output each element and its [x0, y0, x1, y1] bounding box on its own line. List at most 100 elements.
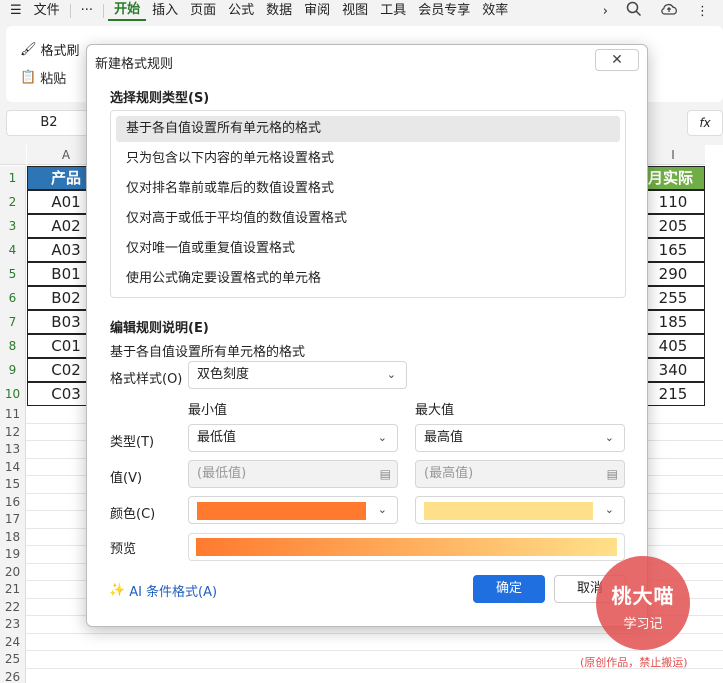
tab-tools[interactable]: 工具	[374, 0, 412, 22]
row-header[interactable]: 14	[0, 458, 26, 476]
table-cell[interactable]: 290	[641, 262, 705, 286]
hamburger-menu-icon[interactable]: ☰	[0, 0, 28, 22]
rule-type-item[interactable]: 仅对唯一值或重复值设置格式	[116, 236, 620, 262]
chevron-down-icon: ⌄	[604, 503, 614, 516]
cloud-upload-icon[interactable]	[660, 1, 678, 21]
format-painter-label: 格式刷	[40, 44, 80, 59]
tab-member[interactable]: 会员专享	[412, 0, 476, 22]
more-menu[interactable]: ···	[75, 0, 99, 22]
menu-bar: ☰ 文件 ··· 开始 插入 页面 公式 数据 审阅 视图 工具 会员专享 效率…	[0, 0, 723, 22]
format-style-label: 格式样式(O)	[110, 372, 183, 387]
name-box[interactable]: B2	[6, 110, 92, 136]
rule-type-list: 基于各自值设置所有单元格的格式 只为包含以下内容的单元格设置格式 仅对排名靠前或…	[110, 110, 626, 298]
row-header[interactable]: 4	[0, 238, 26, 262]
min-color-select[interactable]: ⌄	[188, 496, 398, 524]
range-picker-icon[interactable]: ▤	[380, 461, 391, 487]
range-picker-icon[interactable]: ▤	[607, 461, 618, 487]
max-value-placeholder: (最高值)	[424, 466, 474, 481]
tab-formula[interactable]: 公式	[222, 0, 260, 22]
row-header[interactable]: 21	[0, 581, 26, 599]
table-cell[interactable]: 405	[641, 334, 705, 358]
ai-conditional-format-link[interactable]: ✨ AI 条件格式(A)	[109, 581, 217, 600]
ai-link-label: AI 条件格式(A)	[129, 585, 218, 600]
tab-review[interactable]: 审阅	[298, 0, 336, 22]
table-cell[interactable]: 215	[641, 382, 705, 406]
select-all-corner[interactable]	[0, 145, 26, 165]
tab-data[interactable]: 数据	[260, 0, 298, 22]
min-type-value: 最低值	[197, 430, 237, 445]
edit-rule-label: 编辑规则说明(E)	[110, 321, 209, 336]
row-header[interactable]: 5	[0, 262, 26, 286]
table-cell[interactable]: 340	[641, 358, 705, 382]
rule-type-item[interactable]: 基于各自值设置所有单元格的格式	[116, 116, 620, 142]
row-header[interactable]: 3	[0, 214, 26, 238]
table-cell[interactable]: 205	[641, 214, 705, 238]
tab-view[interactable]: 视图	[336, 0, 374, 22]
row-header[interactable]: 9	[0, 358, 26, 382]
rule-type-label: 选择规则类型(S)	[110, 91, 210, 106]
tab-insert[interactable]: 插入	[146, 0, 184, 22]
rule-type-item[interactable]: 仅对排名靠前或靠后的数值设置格式	[116, 176, 620, 202]
min-value-input[interactable]: (最低值) ▤	[188, 460, 398, 488]
max-type-select[interactable]: 最高值 ⌄	[415, 424, 625, 452]
tab-home[interactable]: 开始	[108, 1, 147, 21]
row-header[interactable]: 1	[0, 166, 26, 190]
row-header[interactable]: 12	[0, 423, 26, 441]
row-header[interactable]: 2	[0, 190, 26, 214]
row-header[interactable]: 25	[0, 651, 26, 669]
divider	[103, 4, 105, 18]
row-header[interactable]: 11	[0, 406, 26, 424]
row-header[interactable]: 8	[0, 334, 26, 358]
tab-efficiency[interactable]: 效率	[476, 0, 514, 22]
row-header[interactable]: 18	[0, 528, 26, 546]
max-value-input[interactable]: (最高值) ▤	[415, 460, 625, 488]
row-header[interactable]: 23	[0, 616, 26, 634]
watermark-seal: 桃大喵 学习记	[596, 556, 690, 650]
table-cell[interactable]: 165	[641, 238, 705, 262]
row-header[interactable]: 10	[0, 382, 26, 406]
row-header[interactable]: 17	[0, 511, 26, 529]
min-type-select[interactable]: 最低值 ⌄	[188, 424, 398, 452]
color-label: 颜色(C)	[110, 507, 156, 522]
type-label: 类型(T)	[110, 435, 155, 450]
table-cell[interactable]: 255	[641, 286, 705, 310]
paste-button[interactable]: 📋 粘贴	[20, 68, 66, 87]
chevron-right-icon[interactable]: ›	[603, 4, 608, 19]
brush-icon: 🖌	[20, 42, 37, 57]
preview-label: 预览	[110, 542, 137, 557]
format-painter-button[interactable]: 🖌 格式刷	[20, 40, 80, 59]
file-menu[interactable]: 文件	[28, 0, 66, 22]
row-header[interactable]: 24	[0, 633, 26, 651]
clipboard-icon: 📋	[20, 70, 37, 85]
row-header[interactable]: 15	[0, 476, 26, 494]
row-header[interactable]: 26	[0, 668, 26, 683]
tab-page[interactable]: 页面	[184, 0, 222, 22]
row-header[interactable]: 7	[0, 310, 26, 334]
fx-icon[interactable]: fx	[687, 110, 723, 136]
row-header[interactable]: 6	[0, 286, 26, 310]
value-label: 值(V)	[110, 471, 143, 486]
watermark-line2: 学习记	[623, 617, 663, 632]
chevron-down-icon: ⌄	[604, 431, 614, 444]
min-value-header: 最小值	[188, 403, 228, 418]
row-header[interactable]: 20	[0, 563, 26, 581]
row-header[interactable]: 19	[0, 546, 26, 564]
table-cell[interactable]: 185	[641, 310, 705, 334]
header-cell-actual[interactable]: 月实际	[641, 166, 705, 190]
close-icon[interactable]: ✕	[595, 49, 639, 71]
overflow-icon[interactable]: ⋮	[696, 4, 709, 19]
row-header[interactable]: 22	[0, 598, 26, 616]
rule-type-item[interactable]: 只为包含以下内容的单元格设置格式	[116, 146, 620, 172]
column-header-i[interactable]: I	[641, 145, 705, 165]
ok-button[interactable]: 确定	[473, 575, 545, 603]
format-style-select[interactable]: 双色刻度 ⌄	[188, 361, 407, 389]
max-value-header: 最大值	[415, 403, 455, 418]
rule-type-item[interactable]: 使用公式确定要设置格式的单元格	[116, 266, 620, 292]
rule-type-item[interactable]: 仅对高于或低于平均值的数值设置格式	[116, 206, 620, 232]
search-icon[interactable]	[626, 1, 642, 21]
row-header[interactable]: 16	[0, 493, 26, 511]
row-header[interactable]: 13	[0, 441, 26, 459]
max-color-select[interactable]: ⌄	[415, 496, 625, 524]
menubar-right-icons: › ⋮	[603, 0, 723, 22]
table-cell[interactable]: 110	[641, 190, 705, 214]
